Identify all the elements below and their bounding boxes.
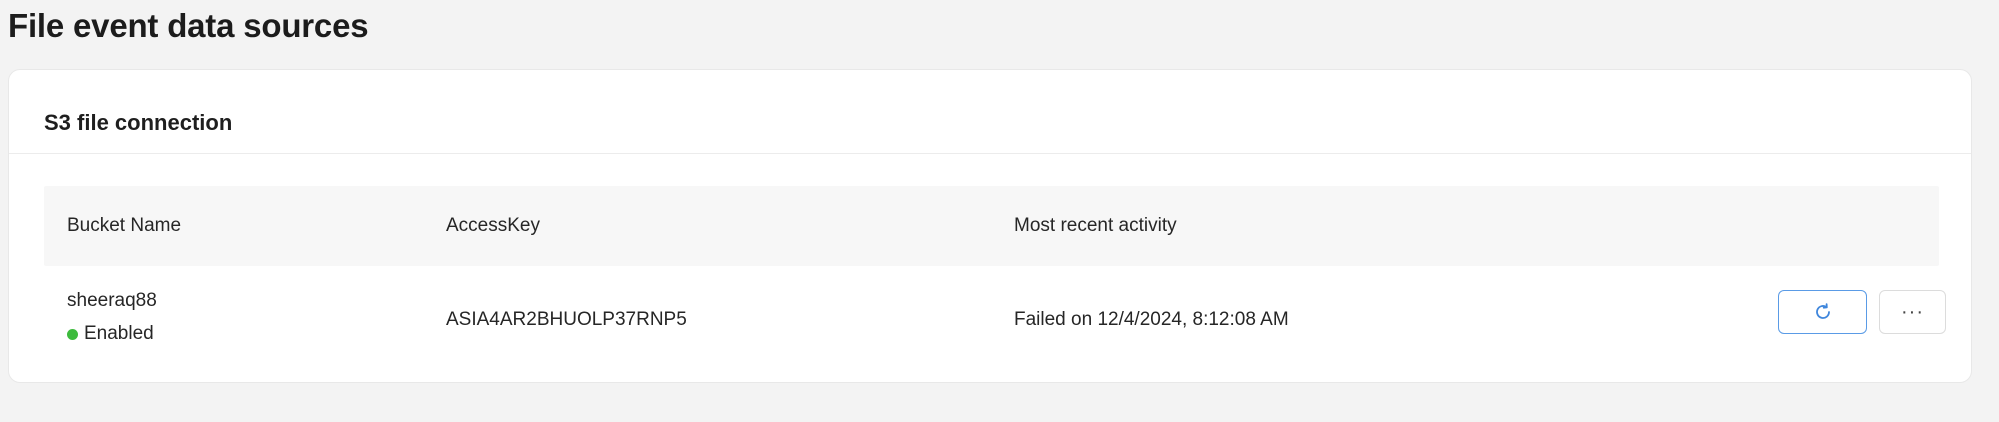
- card-title: S3 file connection: [44, 110, 233, 135]
- access-key: ASIA4AR2BHUOLP37RNP5: [446, 309, 687, 330]
- status-dot-icon: [67, 328, 78, 340]
- recent-activity: Failed on 12/4/2024, 8:12:08 AM: [1014, 309, 1289, 330]
- s3-connection-card: S3 file connection Bucket Name AccessKey…: [8, 69, 1972, 383]
- data-source-table: Bucket Name AccessKey Most recent activi…: [44, 186, 1946, 376]
- more-options-button[interactable]: ···: [1879, 290, 1946, 334]
- column-header-recent-activity: Most recent activity: [1014, 215, 1177, 236]
- more-icon: ···: [1901, 300, 1924, 323]
- refresh-button[interactable]: [1778, 290, 1867, 334]
- refresh-icon: [1815, 303, 1830, 319]
- table-row: sheeraq88 Enabled ASIA4AR2BHUOLP37RNP5 F…: [44, 266, 1946, 376]
- page-title: File event data sources: [8, 7, 369, 44]
- status-badge: Enabled: [67, 322, 154, 346]
- bucket-name: sheeraq88: [67, 290, 157, 311]
- column-header-bucket-name: Bucket Name: [67, 215, 182, 236]
- table-header: Bucket Name AccessKey Most recent activi…: [44, 186, 1939, 266]
- status-label: Enabled: [84, 323, 154, 344]
- card-header: S3 file connection: [9, 70, 1971, 154]
- column-header-access-key: AccessKey: [446, 215, 540, 236]
